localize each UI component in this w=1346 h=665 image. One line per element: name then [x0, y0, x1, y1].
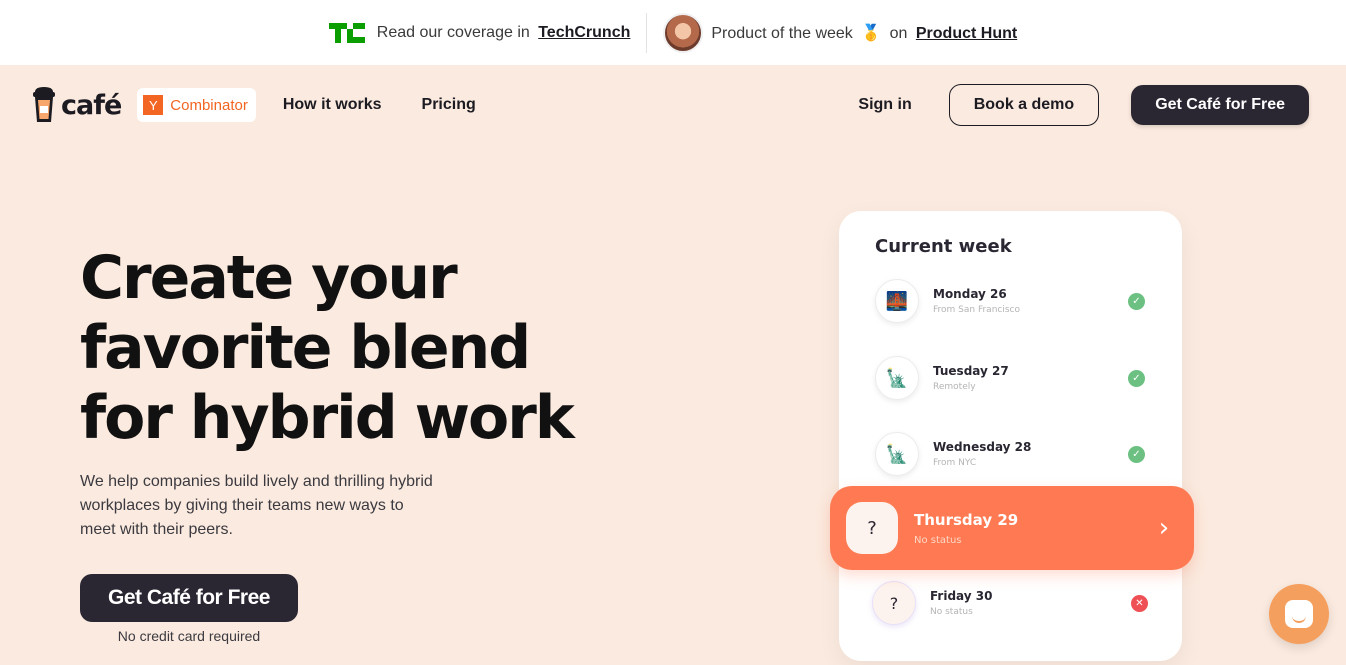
- techcrunch-link[interactable]: TechCrunch: [538, 24, 630, 41]
- hero-title-line-2: favorite blend: [80, 313, 531, 383]
- day-status: No status: [914, 534, 962, 546]
- hero-subtitle: We help companies build lively and thril…: [80, 473, 433, 538]
- cafe-logo[interactable]: café: [31, 86, 122, 124]
- book-demo-button[interactable]: Book a demo: [948, 84, 1100, 126]
- nav-pricing[interactable]: Pricing: [422, 96, 476, 114]
- yc-label: Combinator: [170, 96, 248, 114]
- day-row-friday: ? Friday 30 No status ✕: [872, 580, 1148, 626]
- day-status: From San Francisco: [933, 305, 1020, 315]
- check-icon: ✓: [1128, 292, 1145, 310]
- sign-in-link[interactable]: Sign in: [858, 96, 911, 114]
- day-name: Thursday 29: [914, 510, 1019, 529]
- hero-get-cafe-button[interactable]: Get Café for Free: [80, 574, 298, 622]
- announcement-bar: Read our coverage in TechCrunch Product …: [0, 0, 1346, 65]
- check-icon: ✓: [1128, 369, 1145, 387]
- product-hunt-prefix: Product of the week: [711, 24, 853, 42]
- day-name: Wednesday 28: [933, 440, 1032, 454]
- bridge-icon: 🌉: [875, 279, 919, 323]
- statue-of-liberty-icon: 🗽: [875, 356, 919, 400]
- product-hunt-link[interactable]: Product Hunt: [916, 25, 1017, 42]
- logo-text: café: [61, 89, 122, 121]
- coffee-cup-icon: [33, 87, 55, 122]
- hero-title-line-3: for hybrid work: [80, 383, 575, 453]
- day-status: No status: [930, 607, 973, 617]
- nav-how-it-works[interactable]: How it works: [283, 96, 382, 114]
- statue-of-liberty-icon: 🗽: [875, 432, 919, 476]
- day-row-thursday-highlight[interactable]: ? Thursday 29 No status ›: [830, 486, 1194, 570]
- site-header: café Y Combinator How it works Pricing S…: [0, 65, 1346, 145]
- product-hunt-on: on: [889, 24, 908, 42]
- yc-logo-icon: Y: [143, 95, 164, 115]
- day-name: Tuesday 27: [933, 364, 1009, 378]
- techcrunch-prefix: Read our coverage in: [376, 23, 530, 41]
- check-icon: ✓: [1128, 445, 1145, 463]
- current-week-card: Current week 🌉 Monday 26 From San Franci…: [839, 211, 1182, 661]
- y-combinator-badge[interactable]: Y Combinator: [137, 88, 256, 122]
- day-status: From NYC: [933, 458, 977, 468]
- day-name: Monday 26: [933, 287, 1007, 301]
- x-icon: ✕: [1131, 594, 1148, 612]
- techcrunch-text: Read our coverage in TechCrunch: [377, 24, 631, 42]
- day-status: Remotely: [933, 382, 976, 392]
- day-name: Friday 30: [930, 589, 993, 603]
- question-icon: ?: [846, 502, 898, 554]
- day-row-tuesday: 🗽 Tuesday 27 Remotely ✓: [875, 355, 1145, 401]
- week-title: Current week: [875, 236, 1012, 257]
- hero-title-line-1: Create your: [80, 243, 458, 313]
- divider: [646, 12, 648, 53]
- question-icon: ?: [872, 581, 916, 625]
- techcrunch-logo-icon: [328, 22, 365, 43]
- chevron-right-icon[interactable]: ›: [1144, 513, 1184, 543]
- no-credit-card-note: No credit card required: [117, 628, 261, 644]
- product-hunt-avatar: [663, 12, 704, 53]
- hero-title: Create your favorite blend for hybrid wo…: [80, 243, 600, 453]
- day-row-monday: 🌉 Monday 26 From San Francisco ✓: [875, 278, 1145, 324]
- medal-icon: 🥇: [861, 24, 882, 42]
- product-hunt-text: Product of the week 🥇 on Product Hunt: [711, 23, 1017, 43]
- chat-icon: [1285, 600, 1313, 628]
- chat-launcher-button[interactable]: [1269, 584, 1329, 644]
- day-row-wednesday: 🗽 Wednesday 28 From NYC ✓: [875, 431, 1145, 477]
- header-get-cafe-button[interactable]: Get Café for Free: [1131, 85, 1309, 125]
